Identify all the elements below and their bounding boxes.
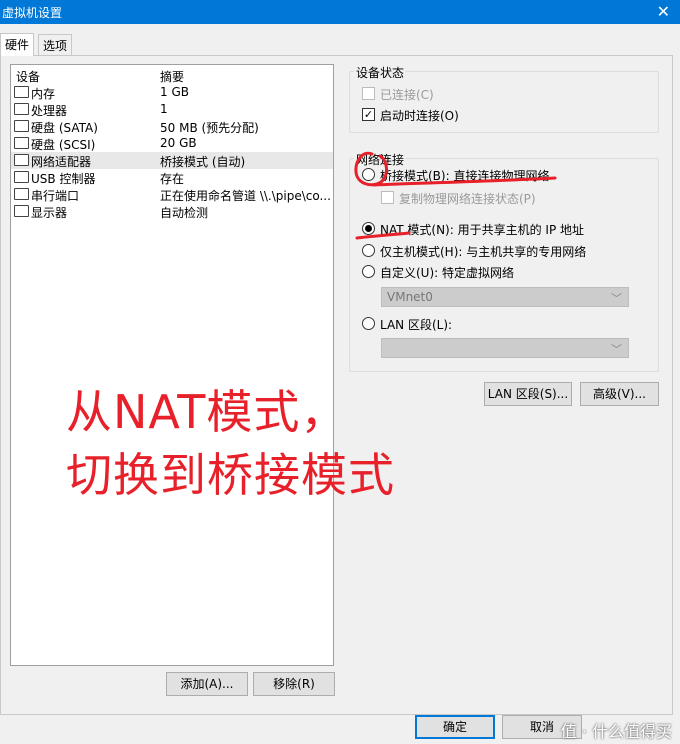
device-row[interactable]: 硬盘 (SATA) 50 MB (预先分配) (11, 118, 333, 135)
nat-radio[interactable]: NAT 模式(N): 用于共享主机的 IP 地址 (362, 221, 642, 237)
replicate-state-check-box[interactable] (381, 191, 394, 204)
lan-segment-label: LAN 区段(L): (380, 318, 453, 332)
watermark: 值 · 什么值得买 (560, 722, 672, 741)
bridged-radio-circle[interactable] (362, 168, 375, 181)
device-row[interactable]: 处理器 1 (11, 101, 333, 118)
device-summary: 1 GB (160, 85, 189, 99)
device-name: 硬盘 (SATA) (31, 121, 98, 135)
replicate-state-checkbox[interactable]: 复制物理网络连接状态(P) (381, 190, 601, 206)
processor-icon (14, 103, 29, 115)
device-name: 硬盘 (SCSI) (31, 138, 96, 152)
host-only-radio-circle[interactable] (362, 244, 375, 257)
device-name: 内存 (31, 87, 56, 101)
device-name: 网络适配器 (31, 155, 92, 169)
lan-segment-radio[interactable]: LAN 区段(L): (362, 316, 562, 332)
device-summary: 自动检测 (160, 206, 209, 220)
device-summary: 1 (160, 102, 168, 116)
device-name: 显示器 (31, 206, 68, 220)
device-row[interactable]: 网络适配器 桥接模式 (自动) (11, 152, 333, 169)
device-row[interactable]: 内存 1 GB (11, 84, 333, 101)
custom-radio[interactable]: 自定义(U): 特定虚拟网络 (362, 264, 602, 280)
hard-disk-icon (14, 120, 29, 132)
tab-hardware-label: 硬件 (5, 38, 30, 52)
chevron-down-icon: ﹀ (611, 343, 622, 356)
lan-segment-select[interactable]: ﹀ (381, 338, 629, 358)
custom-network-value: VMnet0 (387, 290, 433, 304)
custom-radio-circle[interactable] (362, 265, 375, 278)
device-name: 串行端口 (31, 189, 80, 203)
remove-device-button[interactable]: 移除(R) (253, 672, 335, 696)
device-summary: 存在 (160, 172, 185, 186)
connected-check-box[interactable] (362, 87, 375, 100)
device-row[interactable]: 显示器 自动检测 (11, 203, 333, 220)
lan-segments-button[interactable]: LAN 区段(S)... (484, 382, 572, 406)
nat-label: NAT 模式(N): 用于共享主机的 IP 地址 (380, 223, 585, 237)
tab-options[interactable]: 选项 (38, 34, 73, 55)
bridged-radio[interactable]: 桥接模式(B): 直接连接物理网络 (362, 167, 622, 183)
custom-network-select[interactable]: VMnet0 ﹀ (381, 287, 629, 307)
device-summary: 桥接模式 (自动) (160, 155, 246, 169)
nat-radio-circle[interactable] (362, 222, 375, 235)
device-column-header[interactable]: 设备 (16, 68, 40, 85)
device-list-header: 设备 摘要 (11, 67, 333, 84)
device-name: USB 控制器 (31, 172, 96, 186)
summary-column-header[interactable]: 摘要 (160, 68, 184, 85)
annotation-line-2: 切换到桥接模式 (66, 448, 395, 502)
display-icon (14, 205, 29, 217)
host-only-label: 仅主机模式(H): 与主机共享的专用网络 (380, 245, 587, 259)
host-only-radio[interactable]: 仅主机模式(H): 与主机共享的专用网络 (362, 243, 642, 259)
chevron-down-icon: ﹀ (611, 292, 622, 305)
tab-hardware[interactable]: 硬件 (0, 33, 35, 56)
lan-segment-radio-circle[interactable] (362, 317, 375, 330)
connect-at-power-on-label: 启动时连接(O) (380, 109, 459, 123)
connected-label: 已连接(C) (380, 88, 434, 102)
window-title: 虚拟机设置 (2, 6, 63, 20)
serial-port-icon (14, 188, 29, 200)
device-summary: 50 MB (预先分配) (160, 121, 259, 135)
hard-disk-icon (14, 137, 29, 149)
usb-icon (14, 171, 29, 183)
custom-label: 自定义(U): 特定虚拟网络 (380, 266, 515, 280)
title-bar: 虚拟机设置 ✕ (0, 0, 680, 24)
close-icon[interactable]: ✕ (657, 2, 670, 21)
ok-button[interactable]: 确定 (415, 715, 495, 739)
check-icon[interactable]: ✓ (362, 108, 375, 121)
device-name: 处理器 (31, 104, 68, 118)
add-device-button[interactable]: 添加(A)... (166, 672, 248, 696)
connected-checkbox[interactable]: 已连接(C) (362, 86, 562, 102)
advanced-button[interactable]: 高级(V)... (580, 382, 659, 406)
bridged-label: 桥接模式(B): 直接连接物理网络 (380, 169, 550, 183)
network-adapter-icon (14, 154, 29, 166)
device-row[interactable]: USB 控制器 存在 (11, 169, 333, 186)
radio-selected-dot (365, 225, 372, 232)
device-status-title: 设备状态 (354, 64, 407, 81)
annotation-line-1: 从NAT模式， (66, 385, 348, 439)
connect-at-power-on-checkbox[interactable]: ✓ 启动时连接(O) (362, 107, 562, 123)
tab-options-label: 选项 (43, 39, 68, 53)
device-row[interactable]: 串行端口 正在使用命名管道 \\.\pipe\co... (11, 186, 333, 203)
device-summary: 20 GB (160, 136, 197, 150)
replicate-state-label: 复制物理网络连接状态(P) (399, 192, 536, 206)
network-connection-title: 网络连接 (354, 151, 407, 168)
device-list[interactable]: 设备 摘要 内存 1 GB 处理器 1 硬盘 (SATA) 50 MB (预先分配) 硬盘 … (10, 64, 334, 666)
device-row[interactable]: 硬盘 (SCSI) 20 GB (11, 135, 333, 152)
device-summary: 正在使用命名管道 \\.\pipe\co... (160, 189, 330, 203)
memory-icon (14, 86, 29, 98)
